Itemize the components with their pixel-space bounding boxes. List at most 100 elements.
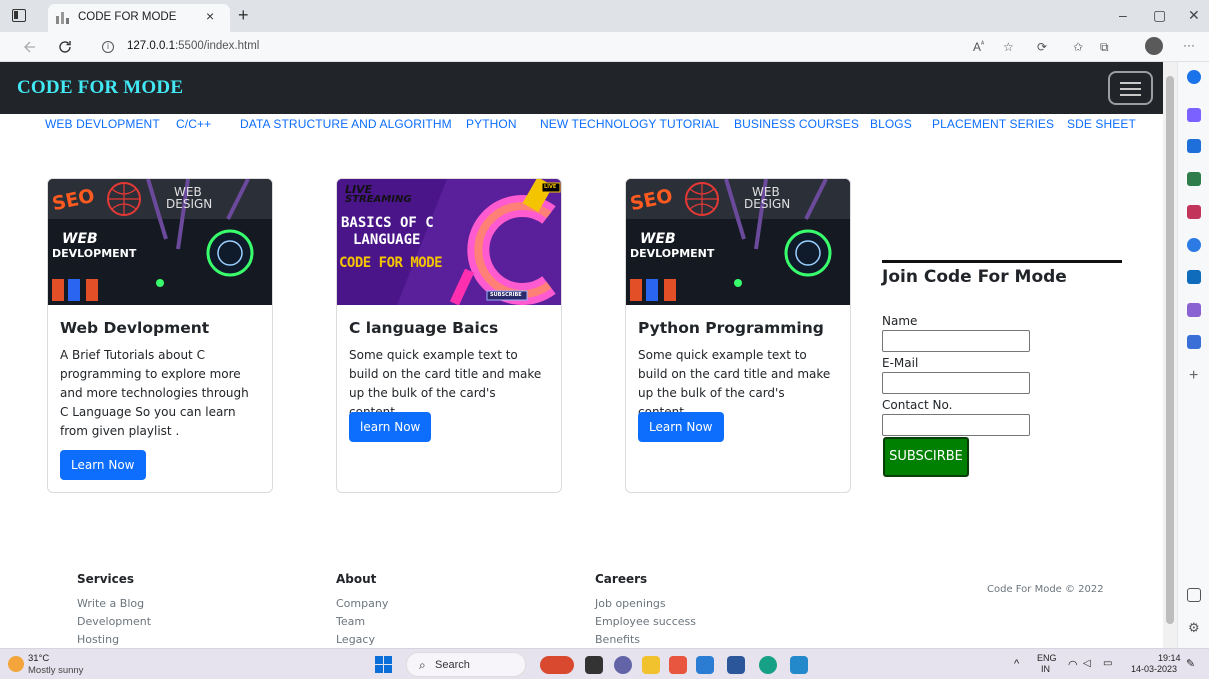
search-icon[interactable] [1187, 70, 1201, 84]
designer-icon[interactable] [1187, 303, 1201, 317]
card-thumbnail: LIVE STREAMING BASICS OF C LANGUAGE CODE… [337, 179, 561, 305]
nav-link-sde-sheet[interactable]: SDE SHEET [1067, 117, 1136, 131]
send-icon[interactable] [1187, 335, 1201, 349]
settings-gear-icon[interactable]: ⚙ [1188, 620, 1200, 636]
clock-time[interactable]: 19:14 [1158, 653, 1181, 663]
weather-sun-icon[interactable] [8, 656, 24, 672]
nav-link-blogs[interactable]: BLOGS [870, 117, 912, 131]
tray-chevron-icon[interactable]: ^ [1014, 658, 1019, 670]
notifications-icon[interactable]: ✎ [1186, 657, 1195, 670]
sidebar-toggle-icon[interactable] [1187, 588, 1201, 602]
start-button[interactable] [375, 656, 392, 673]
page-scrollbar[interactable] [1163, 62, 1177, 648]
email-field[interactable] [882, 372, 1030, 394]
nav-link-business-courses[interactable]: BUSINESS COURSES [734, 117, 859, 131]
photos-icon[interactable] [696, 656, 714, 674]
footer-heading-careers: Careers [595, 572, 648, 586]
new-tab-button[interactable]: + [238, 5, 249, 26]
footer-link[interactable]: Job openings [595, 597, 666, 610]
site-info-icon[interactable]: i [102, 41, 114, 53]
email-label: E-Mail [882, 356, 919, 370]
navbar-toggler-button[interactable] [1108, 71, 1153, 105]
footer-link[interactable]: Team [336, 615, 365, 628]
language-eng[interactable]: ENG [1037, 653, 1057, 663]
learn-now-button[interactable]: Learn Now [638, 412, 724, 442]
outlook-icon[interactable] [1187, 270, 1201, 284]
wifi-icon[interactable]: ◠ [1068, 658, 1078, 671]
card-title: C language Baics [349, 319, 499, 337]
footer-link[interactable]: Employee success [595, 615, 696, 628]
read-aloud-icon[interactable]: Aᴬ [973, 40, 984, 54]
favorite-star-icon[interactable]: ☆ [1003, 40, 1014, 54]
nav-link-placement-series[interactable]: PLACEMENT SERIES [932, 117, 1054, 131]
copilot-icon[interactable] [1187, 108, 1201, 122]
thumb-heading2: LANGUAGE [353, 232, 421, 248]
browser-tab[interactable]: CODE FOR MODE × [48, 4, 230, 32]
favorites-icon[interactable]: ✩ [1073, 40, 1083, 54]
category-nav: WEB DEVLOPMENT C/C++ DATA STRUCTURE AND … [0, 114, 1163, 138]
footer-link[interactable]: Development [77, 615, 151, 628]
nav-link-new-technology[interactable]: NEW TECHNOLOGY TUTORIAL [540, 117, 719, 131]
teams-chat-icon[interactable] [614, 656, 632, 674]
thumb-brand: CODE FOR MODE [339, 255, 443, 271]
battery-icon[interactable]: ▭ [1103, 658, 1112, 669]
more-menu-icon[interactable]: ··· [1183, 38, 1195, 52]
thumb-subscribe-badge: SUBSCRIBE [490, 292, 522, 298]
footer-link[interactable]: Company [336, 597, 388, 610]
footer-link[interactable]: Benefits [595, 633, 640, 646]
nav-link-dsa[interactable]: DATA STRUCTURE AND ALGORITHM [240, 117, 452, 131]
profile-avatar[interactable] [1145, 37, 1163, 55]
tab-actions-icon[interactable] [12, 9, 26, 22]
footer-link[interactable]: Write a Blog [77, 597, 144, 610]
minimize-button[interactable]: – [1119, 7, 1127, 23]
thumb-big1: WEB [640, 231, 676, 247]
navbar-brand[interactable]: CODE FOR MODE [17, 77, 183, 99]
language-region[interactable]: IN [1041, 664, 1050, 674]
url-text[interactable]: 127.0.0.1:5500/index.html [127, 40, 259, 52]
extension-icon[interactable]: ⟳ [1037, 40, 1047, 54]
shopping-tag-icon[interactable] [1187, 139, 1201, 153]
thumb-big2: DEVLOPMENT [52, 247, 137, 260]
footer-link[interactable]: Legacy [336, 633, 375, 646]
task-view-icon[interactable] [585, 656, 603, 674]
weather-condition: Mostly sunny [28, 665, 84, 676]
thumb-live-tag: LIVE [544, 184, 557, 190]
scrollbar-thumb[interactable] [1166, 76, 1174, 624]
subscribe-button[interactable]: SUBSCIRBE [883, 437, 969, 477]
vscode-icon[interactable] [790, 656, 808, 674]
word-icon[interactable] [727, 656, 745, 674]
games-icon[interactable] [1187, 205, 1201, 219]
restore-button[interactable]: ▢ [1153, 7, 1166, 24]
name-label: Name [882, 314, 918, 328]
volume-icon[interactable]: ◁ [1083, 658, 1091, 669]
tools-icon[interactable] [1187, 172, 1201, 186]
edge-icon[interactable] [759, 656, 777, 674]
brave-browser-icon[interactable] [669, 656, 687, 674]
add-icon[interactable]: + [1189, 367, 1198, 385]
learn-now-button[interactable]: Learn Now [60, 450, 146, 480]
taskbar-search[interactable]: ⌕ Search [406, 652, 526, 677]
refresh-icon[interactable] [58, 40, 72, 54]
thumb-line2: DESIGN [166, 197, 213, 211]
close-window-button[interactable]: ✕ [1188, 7, 1200, 24]
join-title: Join Code For Mode [882, 267, 1067, 287]
thumb-line2: DESIGN [744, 197, 791, 211]
nav-link-c-cpp[interactable]: C/C++ [176, 117, 211, 131]
nav-link-python[interactable]: PYTHON [466, 117, 517, 131]
nav-link-web-devlopment[interactable]: WEB DEVLOPMENT [45, 117, 160, 131]
course-card: SEO WEB DESIGN WEB DEVLOPMENT Web Devlop… [47, 178, 273, 493]
back-arrow-icon[interactable] [24, 41, 36, 53]
url-host: 127.0.0.1 [127, 40, 175, 52]
name-field[interactable] [882, 330, 1030, 352]
collections-icon[interactable]: ⧉ [1100, 40, 1109, 55]
file-explorer-icon[interactable] [642, 656, 660, 674]
contact-field[interactable] [882, 414, 1030, 436]
game-app-icon[interactable] [540, 656, 574, 674]
tab-close-icon[interactable]: × [206, 8, 214, 24]
footer-link[interactable]: Hosting [77, 633, 119, 646]
learn-now-button[interactable]: learn Now [349, 412, 432, 442]
course-card: LIVE STREAMING BASICS OF C LANGUAGE CODE… [336, 178, 562, 493]
clock-date[interactable]: 14-03-2023 [1131, 664, 1177, 674]
office-icon[interactable] [1187, 238, 1201, 252]
page-viewport: CODE FOR MODE WEB DEVLOPMENT C/C++ DATA … [0, 62, 1163, 648]
